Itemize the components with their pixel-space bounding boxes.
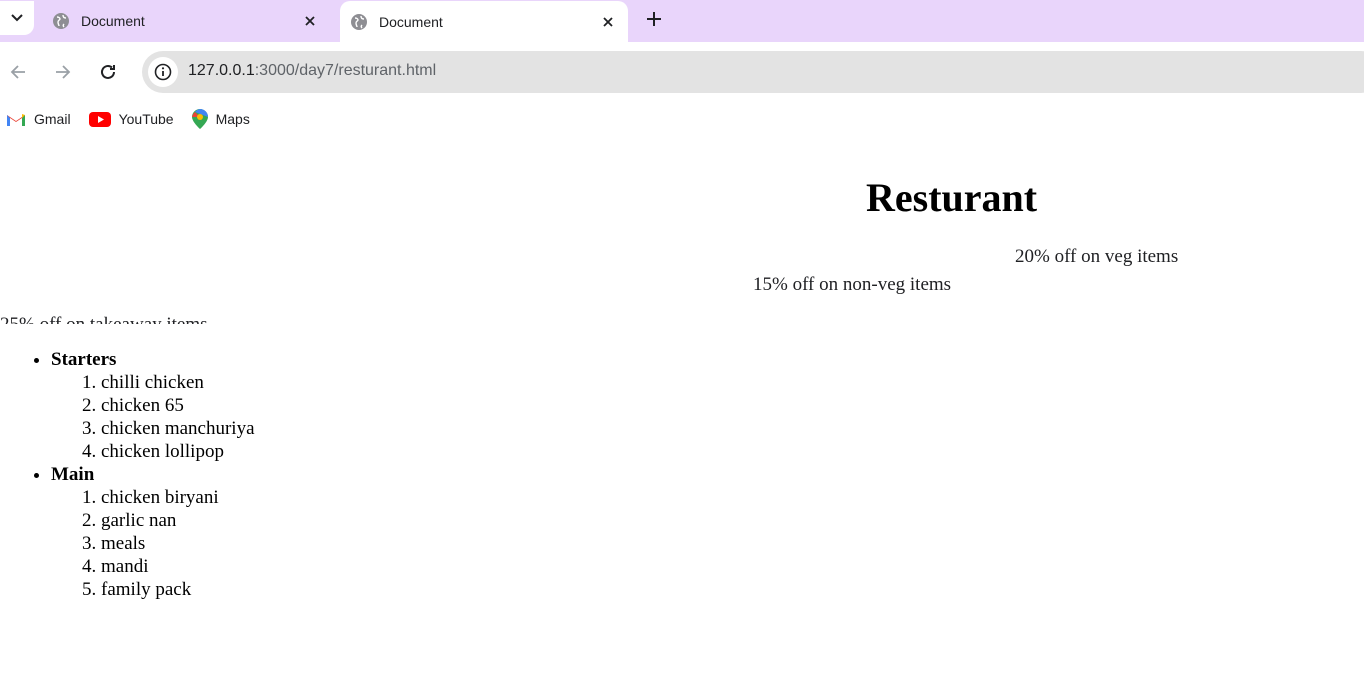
page-title: Resturant xyxy=(866,175,1038,220)
list-item: meals xyxy=(101,532,255,555)
main-list: chicken biryani garlic nan meals mandi f… xyxy=(51,486,255,601)
new-tab-button[interactable] xyxy=(642,7,666,31)
menu-list: Starters chilli chicken chicken 65 chick… xyxy=(0,348,255,601)
bookmark-gmail[interactable]: Gmail xyxy=(6,111,71,127)
site-info-button[interactable] xyxy=(148,57,178,87)
list-item: chicken biryani xyxy=(101,486,255,509)
chevron-down-icon xyxy=(11,14,23,22)
close-icon xyxy=(603,16,613,27)
globe-icon xyxy=(53,13,69,29)
bookmarks-bar: Gmail YouTube Maps xyxy=(0,102,1364,136)
maps-icon xyxy=(191,109,208,129)
offer-veg: 20% off on veg items xyxy=(1015,246,1179,267)
arrow-left-icon xyxy=(10,65,25,79)
gmail-icon xyxy=(7,113,25,126)
offer-non-veg: 15% off on non-veg items xyxy=(753,274,952,295)
page-content: Resturant 20% off on veg items 15% off o… xyxy=(0,136,1364,678)
address-bar[interactable]: 127.0.0.1:3000/day7/resturant.html xyxy=(142,51,1364,93)
offer-takeaway-container: 25% off on takeaway items xyxy=(0,314,300,324)
url-path: :3000/day7/resturant.html xyxy=(254,62,437,79)
menu-category: Starters chilli chicken chicken 65 chick… xyxy=(51,348,255,463)
reload-icon xyxy=(101,64,115,79)
bookmark-label: YouTube xyxy=(118,111,174,127)
category-main: Main xyxy=(51,464,95,485)
bookmark-label: Gmail xyxy=(34,111,71,127)
bookmark-label: Maps xyxy=(215,111,250,127)
bookmark-maps[interactable]: Maps xyxy=(191,109,250,129)
toolbar: 127.0.0.1:3000/day7/resturant.html xyxy=(0,42,1364,102)
close-icon xyxy=(305,16,315,26)
url-text[interactable]: 127.0.0.1:3000/day7/resturant.html xyxy=(188,62,436,80)
list-item: chicken lollipop xyxy=(101,440,255,463)
tab-strip: Document Document xyxy=(0,0,1364,42)
reload-button[interactable] xyxy=(92,56,124,88)
arrow-right-icon xyxy=(56,65,71,79)
info-icon xyxy=(154,63,172,81)
list-item: chicken manchuriya xyxy=(101,417,255,440)
list-item: chicken 65 xyxy=(101,394,255,417)
menu-category: Main chicken biryani garlic nan meals ma… xyxy=(51,463,255,601)
youtube-icon xyxy=(88,111,111,127)
category-starters: Starters xyxy=(51,349,117,370)
list-item: mandi xyxy=(101,555,255,578)
tab-title: Document xyxy=(81,13,145,29)
plus-icon xyxy=(647,12,661,26)
close-tab-button[interactable] xyxy=(300,11,320,31)
url-host: 127.0.0.1 xyxy=(188,62,255,79)
starters-list: chilli chicken chicken 65 chicken manchu… xyxy=(51,371,255,463)
forward-button[interactable] xyxy=(47,56,79,88)
globe-icon xyxy=(351,13,367,30)
tab-title: Document xyxy=(379,13,443,30)
tab-search-button[interactable] xyxy=(0,1,34,35)
close-tab-button[interactable] xyxy=(598,12,618,32)
tab-document-2[interactable]: Document xyxy=(340,1,628,42)
list-item: family pack xyxy=(101,578,255,601)
back-button[interactable] xyxy=(2,56,34,88)
tab-document-1[interactable]: Document xyxy=(40,0,330,42)
offer-takeaway: 25% off on takeaway items xyxy=(0,314,208,324)
list-item: chilli chicken xyxy=(101,371,255,394)
list-item: garlic nan xyxy=(101,509,255,532)
bookmark-youtube[interactable]: YouTube xyxy=(88,111,174,127)
